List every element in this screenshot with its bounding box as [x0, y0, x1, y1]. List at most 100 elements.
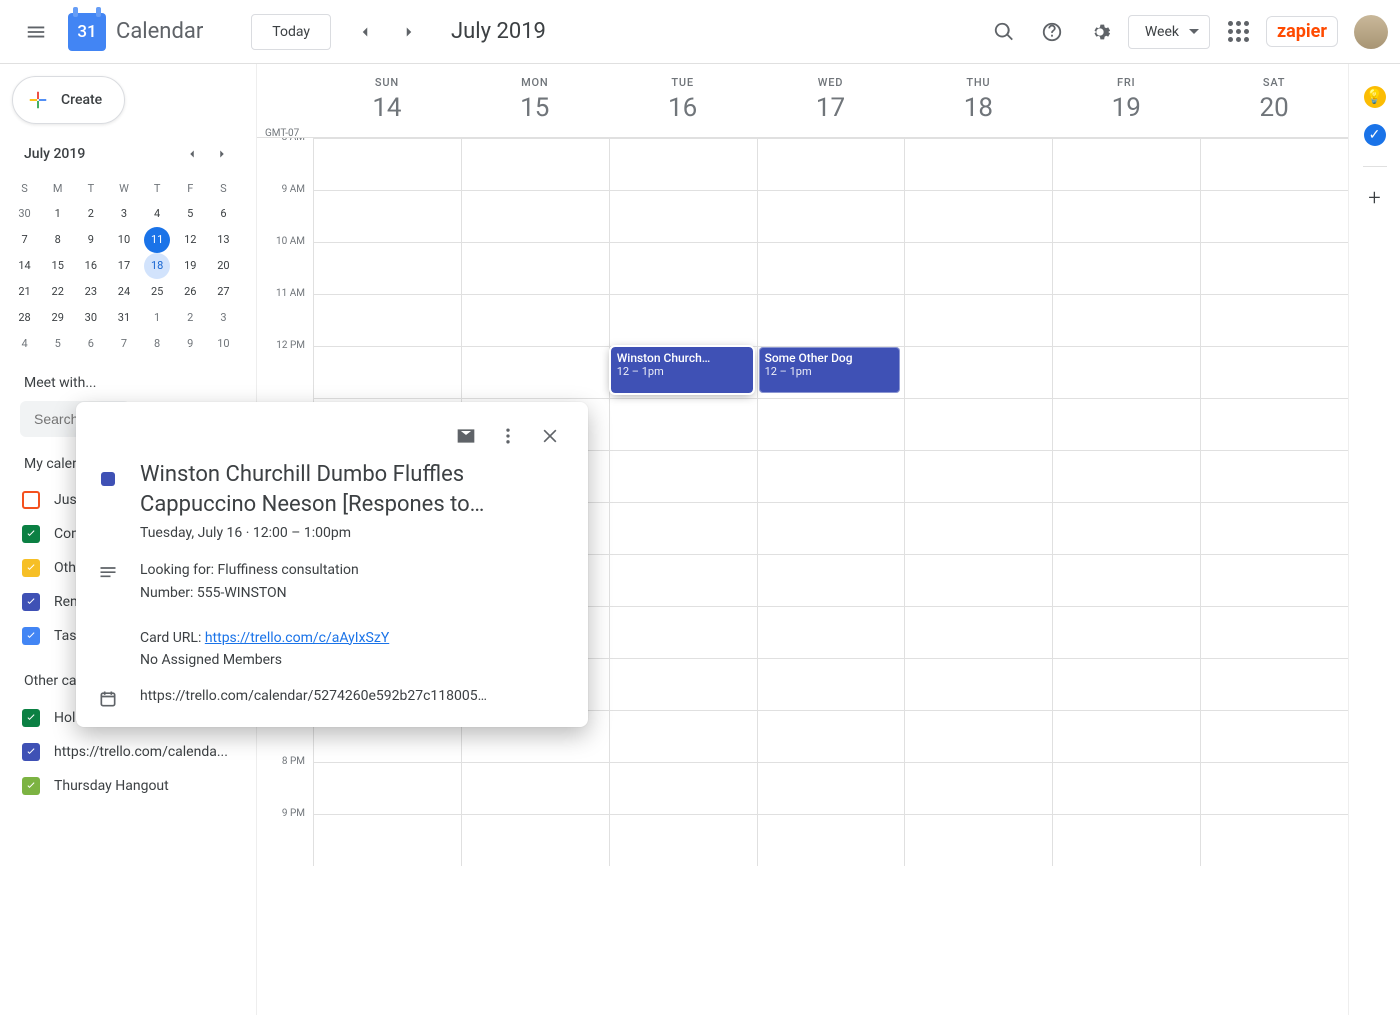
time-slot[interactable]: [609, 139, 757, 190]
time-slot[interactable]: [1200, 763, 1348, 814]
mini-day[interactable]: 30: [8, 201, 41, 227]
mini-day[interactable]: 15: [41, 253, 74, 279]
mini-calendar[interactable]: SMTWTFS 30123456789101112131415161718192…: [8, 176, 240, 357]
calendar-event[interactable]: Some Other Dog12 – 1pm: [759, 347, 901, 393]
time-slot[interactable]: [757, 659, 905, 710]
time-slot[interactable]: [757, 399, 905, 450]
mini-day[interactable]: 5: [41, 331, 74, 357]
time-slot[interactable]: [904, 607, 1052, 658]
time-slot[interactable]: [757, 295, 905, 346]
calendar-checkbox[interactable]: [22, 559, 40, 577]
mini-day[interactable]: 17: [107, 253, 140, 279]
time-slot[interactable]: [313, 139, 461, 190]
time-slot[interactable]: [904, 763, 1052, 814]
time-slot[interactable]: [1200, 503, 1348, 554]
time-slot[interactable]: [1200, 191, 1348, 242]
time-slot[interactable]: [904, 347, 1052, 398]
mini-day[interactable]: 3: [107, 201, 140, 227]
time-slot[interactable]: [1052, 399, 1200, 450]
google-apps-button[interactable]: [1218, 12, 1258, 52]
mini-day[interactable]: 4: [141, 201, 174, 227]
day-header[interactable]: FRI19: [1052, 64, 1200, 137]
mini-day[interactable]: 24: [107, 279, 140, 305]
mini-day[interactable]: 1: [141, 305, 174, 331]
day-header[interactable]: WED17: [757, 64, 905, 137]
time-slot[interactable]: [1052, 815, 1200, 866]
time-slot[interactable]: [609, 503, 757, 554]
time-slot[interactable]: [1200, 399, 1348, 450]
mini-day[interactable]: 13: [207, 227, 240, 253]
mini-day[interactable]: 29: [41, 305, 74, 331]
mini-day[interactable]: 18: [141, 253, 174, 279]
time-slot[interactable]: [1052, 243, 1200, 294]
mini-day[interactable]: 14: [8, 253, 41, 279]
mini-day[interactable]: 26: [174, 279, 207, 305]
mini-day[interactable]: 2: [174, 305, 207, 331]
calendar-checkbox[interactable]: [22, 593, 40, 611]
mini-day[interactable]: 31: [107, 305, 140, 331]
mini-day[interactable]: 22: [41, 279, 74, 305]
time-slot[interactable]: [757, 503, 905, 554]
view-selector[interactable]: Week: [1128, 15, 1210, 49]
time-slot[interactable]: [904, 139, 1052, 190]
time-slot[interactable]: [1052, 347, 1200, 398]
time-slot[interactable]: [609, 243, 757, 294]
time-slot[interactable]: [1200, 295, 1348, 346]
calendar-item[interactable]: https://trello.com/calenda...: [22, 735, 240, 769]
time-slot[interactable]: [1200, 347, 1348, 398]
mini-day[interactable]: 30: [74, 305, 107, 331]
mini-day[interactable]: 16: [74, 253, 107, 279]
next-period-button[interactable]: [391, 14, 427, 50]
time-slot[interactable]: [609, 451, 757, 502]
time-slot[interactable]: [757, 607, 905, 658]
time-slot[interactable]: [313, 191, 461, 242]
mini-day[interactable]: 25: [141, 279, 174, 305]
mini-day[interactable]: 7: [8, 227, 41, 253]
time-slot[interactable]: [904, 555, 1052, 606]
time-slot[interactable]: [904, 659, 1052, 710]
settings-button[interactable]: [1080, 12, 1120, 52]
time-slot[interactable]: [1200, 243, 1348, 294]
time-slot[interactable]: [1052, 451, 1200, 502]
mini-day[interactable]: 12: [174, 227, 207, 253]
email-guests-button[interactable]: [448, 418, 484, 454]
calendar-checkbox[interactable]: [22, 777, 40, 795]
calendar-checkbox[interactable]: [22, 491, 40, 509]
create-button[interactable]: Create: [12, 76, 125, 124]
mini-day[interactable]: 27: [207, 279, 240, 305]
close-button[interactable]: [532, 418, 568, 454]
today-button[interactable]: Today: [251, 14, 331, 50]
mini-day[interactable]: 20: [207, 253, 240, 279]
time-slot[interactable]: [609, 191, 757, 242]
time-slot[interactable]: [609, 399, 757, 450]
time-slot[interactable]: [609, 763, 757, 814]
time-slot[interactable]: [904, 503, 1052, 554]
time-slot[interactable]: [1052, 503, 1200, 554]
calendar-checkbox[interactable]: [22, 525, 40, 543]
time-slot[interactable]: [757, 191, 905, 242]
time-slot[interactable]: [1052, 607, 1200, 658]
time-slot[interactable]: [609, 555, 757, 606]
time-slot[interactable]: [1200, 555, 1348, 606]
time-slot[interactable]: [1200, 139, 1348, 190]
time-slot[interactable]: [757, 763, 905, 814]
mini-day[interactable]: 11: [141, 227, 174, 253]
mini-day[interactable]: 28: [8, 305, 41, 331]
time-slot[interactable]: [461, 191, 609, 242]
time-slot[interactable]: [461, 243, 609, 294]
time-slot[interactable]: [1052, 139, 1200, 190]
time-slot[interactable]: [609, 711, 757, 762]
time-slot[interactable]: [757, 243, 905, 294]
mini-day[interactable]: 2: [74, 201, 107, 227]
mini-day[interactable]: 10: [207, 331, 240, 357]
time-slot[interactable]: [1200, 659, 1348, 710]
time-slot[interactable]: [609, 607, 757, 658]
time-slot[interactable]: [1200, 711, 1348, 762]
time-slot[interactable]: [313, 347, 461, 398]
time-slot[interactable]: [757, 711, 905, 762]
time-slot[interactable]: [757, 815, 905, 866]
time-slot[interactable]: [904, 191, 1052, 242]
time-slot[interactable]: [904, 243, 1052, 294]
mini-day[interactable]: 6: [74, 331, 107, 357]
zapier-chip[interactable]: zapier: [1266, 16, 1338, 47]
